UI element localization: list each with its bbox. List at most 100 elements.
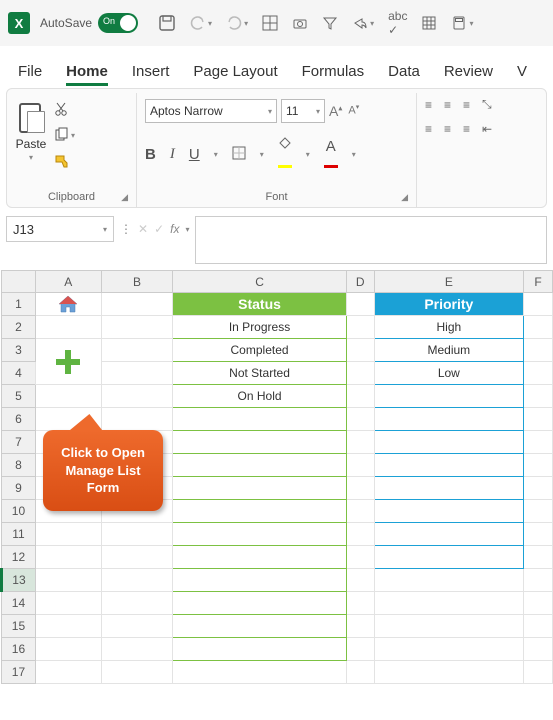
align-left-icon[interactable]: ≡: [425, 122, 432, 136]
fill-color-button[interactable]: [278, 137, 292, 172]
cell[interactable]: [346, 339, 374, 362]
cell[interactable]: [524, 339, 553, 362]
tab-insert[interactable]: Insert: [132, 63, 170, 86]
cell[interactable]: Not Started: [173, 362, 346, 385]
more-icon[interactable]: ⋮: [120, 222, 132, 236]
cell[interactable]: [346, 569, 374, 592]
cell[interactable]: [524, 569, 553, 592]
col-header[interactable]: D: [346, 271, 374, 293]
undo-button[interactable]: ▾: [190, 15, 212, 31]
dialog-launcher-icon[interactable]: ◢: [121, 192, 128, 203]
cell[interactable]: [346, 638, 374, 661]
cell[interactable]: [173, 569, 346, 592]
cell[interactable]: [524, 661, 553, 684]
cell[interactable]: [101, 592, 173, 615]
cell[interactable]: [346, 477, 374, 500]
cell[interactable]: [101, 523, 173, 546]
row-header[interactable]: 3: [2, 339, 36, 362]
borders-icon[interactable]: [262, 15, 278, 31]
cell[interactable]: [101, 362, 173, 385]
row-header[interactable]: 8: [2, 454, 36, 477]
cell[interactable]: [374, 569, 523, 592]
increase-font-icon[interactable]: A▴: [329, 103, 342, 119]
row-header[interactable]: 13: [2, 569, 36, 592]
row-header[interactable]: 10: [2, 500, 36, 523]
cell[interactable]: [35, 293, 101, 316]
tab-page-layout[interactable]: Page Layout: [193, 63, 277, 86]
cell[interactable]: [35, 638, 101, 661]
cell[interactable]: In Progress: [173, 316, 346, 339]
cell[interactable]: [524, 523, 553, 546]
borders-button[interactable]: [232, 146, 246, 164]
row-header[interactable]: 5: [2, 385, 36, 408]
row-header[interactable]: 9: [2, 477, 36, 500]
cell[interactable]: [374, 500, 523, 523]
cell[interactable]: [374, 431, 523, 454]
toggle-switch-icon[interactable]: On: [98, 13, 138, 33]
cell[interactable]: [101, 638, 173, 661]
paste-button[interactable]: Paste ▾: [15, 99, 47, 162]
cell[interactable]: [35, 615, 101, 638]
camera-icon[interactable]: [292, 15, 308, 31]
cell[interactable]: [524, 316, 553, 339]
cell[interactable]: [524, 546, 553, 569]
cell[interactable]: [524, 477, 553, 500]
cell[interactable]: [173, 592, 346, 615]
cell[interactable]: [101, 615, 173, 638]
home-icon[interactable]: [36, 293, 101, 315]
cell[interactable]: [173, 638, 346, 661]
cell[interactable]: [35, 592, 101, 615]
cell[interactable]: [374, 385, 523, 408]
decrease-indent-icon[interactable]: ⇤: [482, 122, 492, 136]
row-header[interactable]: 1: [2, 293, 36, 316]
cell[interactable]: [374, 477, 523, 500]
spelling-icon[interactable]: abc✓: [388, 9, 407, 37]
cell[interactable]: [173, 523, 346, 546]
cell[interactable]: [101, 408, 173, 431]
cell[interactable]: [374, 615, 523, 638]
cell[interactable]: [173, 615, 346, 638]
cell[interactable]: [173, 454, 346, 477]
cell[interactable]: [173, 546, 346, 569]
cell[interactable]: [346, 362, 374, 385]
tab-view-partial[interactable]: V: [517, 63, 527, 86]
cell[interactable]: [524, 385, 553, 408]
row-header[interactable]: 12: [2, 546, 36, 569]
cell[interactable]: [101, 385, 173, 408]
cell[interactable]: [101, 293, 173, 316]
save-icon[interactable]: [158, 14, 176, 32]
cell[interactable]: Priority: [374, 293, 523, 316]
cell[interactable]: [374, 546, 523, 569]
cut-button[interactable]: [53, 101, 75, 117]
cell[interactable]: [346, 500, 374, 523]
tab-review[interactable]: Review: [444, 63, 493, 86]
orientation-icon[interactable]: ⤡: [482, 97, 492, 112]
select-all-corner[interactable]: [2, 271, 36, 293]
row-header[interactable]: 4: [2, 362, 36, 385]
dialog-launcher-icon[interactable]: ◢: [401, 192, 408, 203]
cell[interactable]: [374, 454, 523, 477]
bold-button[interactable]: B: [145, 146, 156, 163]
cell[interactable]: [346, 546, 374, 569]
row-header[interactable]: 6: [2, 408, 36, 431]
autosave-toggle[interactable]: AutoSave On: [40, 13, 138, 33]
name-box[interactable]: J13▾: [6, 216, 114, 242]
calculator-icon[interactable]: ▾: [451, 15, 473, 31]
cell[interactable]: [374, 592, 523, 615]
cell[interactable]: [374, 661, 523, 684]
copy-button[interactable]: ▾: [53, 127, 75, 143]
cell[interactable]: [524, 293, 553, 316]
row-header[interactable]: 11: [2, 523, 36, 546]
italic-button[interactable]: I: [170, 146, 175, 163]
decrease-font-icon[interactable]: A▾: [348, 103, 359, 119]
cell[interactable]: [346, 293, 374, 316]
row-header[interactable]: 17: [2, 661, 36, 684]
cell[interactable]: [35, 546, 101, 569]
col-header[interactable]: E: [374, 271, 523, 293]
cell[interactable]: [173, 408, 346, 431]
cell[interactable]: [101, 316, 173, 339]
cell[interactable]: [524, 408, 553, 431]
align-top-icon[interactable]: ≡: [425, 98, 432, 112]
font-name-dropdown[interactable]: Aptos Narrow▾: [145, 99, 277, 123]
cell[interactable]: [346, 615, 374, 638]
